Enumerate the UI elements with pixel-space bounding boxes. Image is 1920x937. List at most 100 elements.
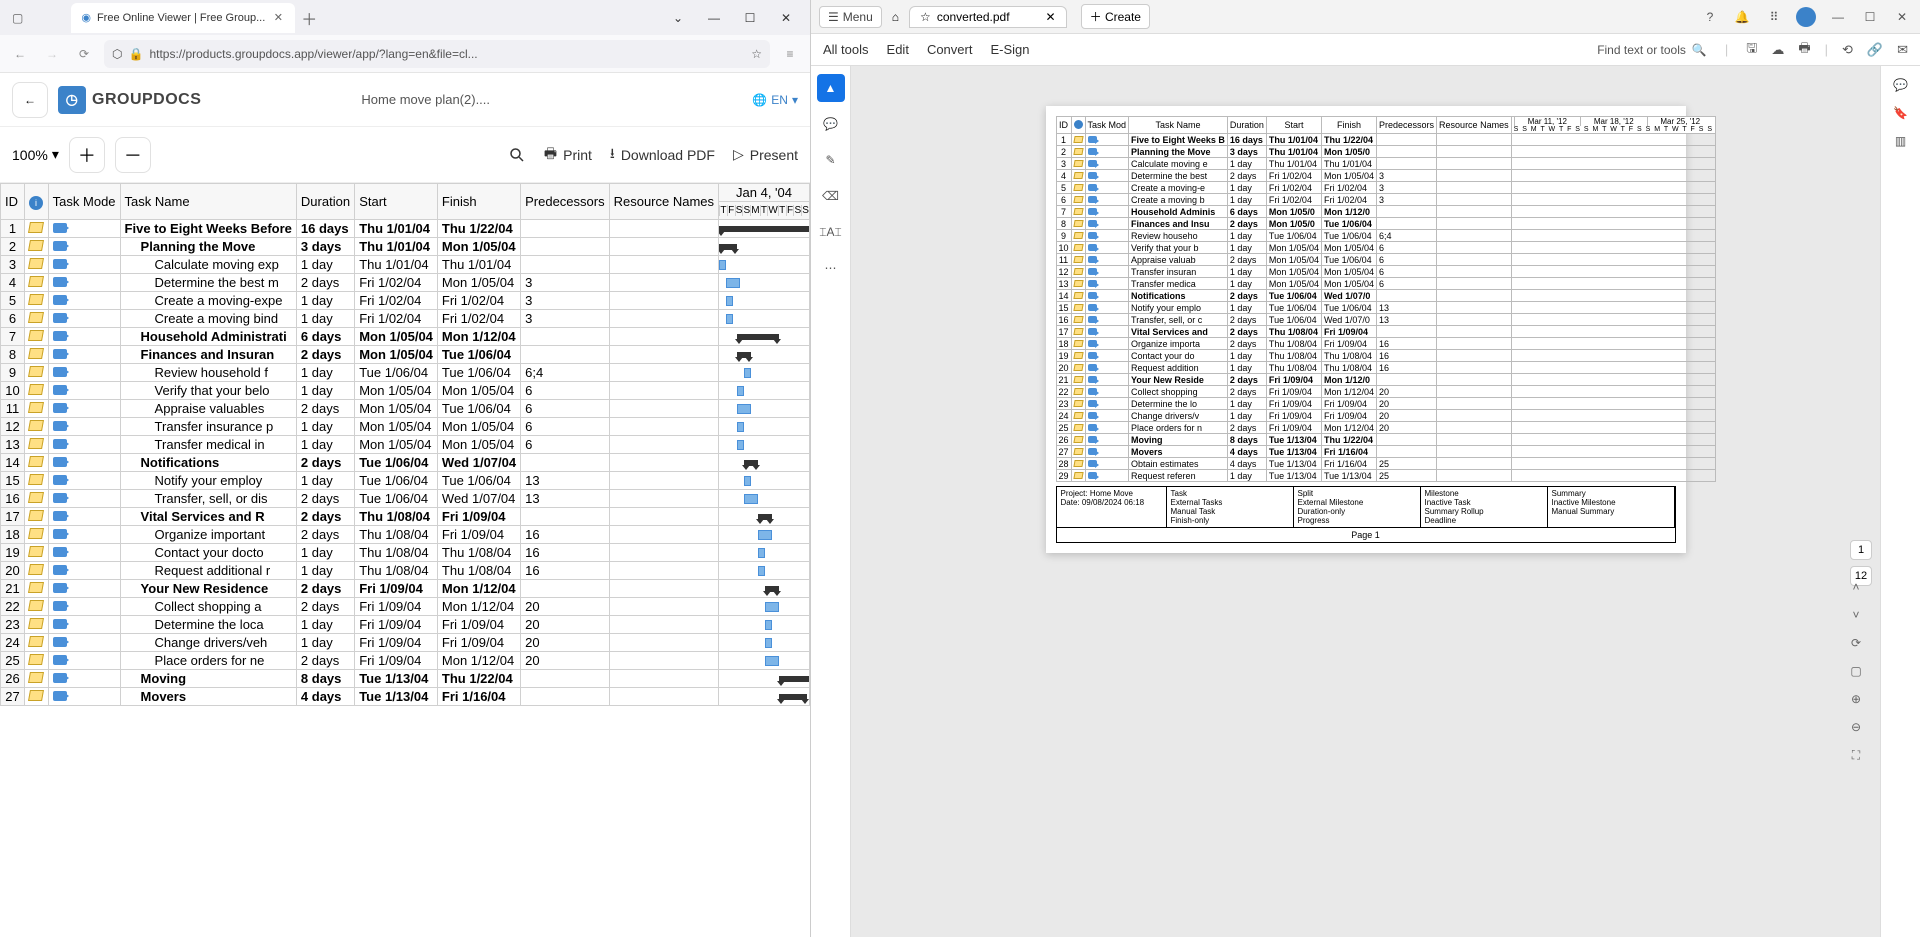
forward-button[interactable]: → bbox=[40, 42, 64, 66]
reload-button[interactable]: ⟳ bbox=[72, 42, 96, 66]
document-viewer[interactable]: ID i Task Mode Task Name Duration Start … bbox=[0, 183, 810, 937]
home-icon[interactable]: ⌂ bbox=[892, 10, 899, 24]
back-button[interactable]: ← bbox=[12, 82, 48, 118]
new-tab-button[interactable]: ＋ bbox=[301, 6, 317, 30]
gantt-header-date[interactable]: Jan 4, '04 bbox=[719, 184, 810, 202]
col-id[interactable]: ID bbox=[1, 184, 25, 220]
tab-convert[interactable]: Convert bbox=[927, 42, 973, 57]
col-duration[interactable]: Duration bbox=[296, 184, 354, 220]
fullscreen-icon[interactable]: ⛶ bbox=[1852, 748, 1860, 763]
zoom-in-icon[interactable]: ⊕ bbox=[1851, 692, 1861, 706]
apps-icon[interactable]: ⠿ bbox=[1764, 7, 1784, 27]
mail-icon[interactable]: ✉ bbox=[1897, 42, 1908, 58]
col-predecessors[interactable]: Predecessors bbox=[521, 184, 609, 220]
table-row[interactable]: 10Verify that your belo1 dayMon 1/05/04M… bbox=[1, 382, 810, 400]
table-row[interactable]: 26Moving8 daysTue 1/13/04Thu 1/22/04 bbox=[1, 670, 810, 688]
table-row[interactable]: 9Review household f1 dayTue 1/06/04Tue 1… bbox=[1, 364, 810, 382]
scroll-up-icon[interactable]: ˄ bbox=[1852, 580, 1859, 594]
table-row[interactable]: 23Determine the loca1 dayFri 1/09/04Fri … bbox=[1, 616, 810, 634]
print-icon[interactable]: 🖶 bbox=[1798, 39, 1810, 61]
maximize-button[interactable]: ☐ bbox=[738, 11, 762, 25]
tab-all-tools[interactable]: All tools bbox=[823, 42, 869, 57]
menu-icon[interactable]: ≡ bbox=[778, 42, 802, 66]
save-icon[interactable]: 🖫 bbox=[1746, 39, 1757, 61]
table-row[interactable]: 20Request additional r1 dayThu 1/08/04Th… bbox=[1, 562, 810, 580]
zoom-out-button[interactable]: － bbox=[115, 137, 151, 173]
download-button[interactable]: ⭳Download PDF bbox=[610, 143, 715, 167]
table-row[interactable]: 6Create a moving bind1 dayFri 1/02/04Fri… bbox=[1, 310, 810, 328]
bell-icon[interactable]: 🔔 bbox=[1732, 7, 1752, 27]
close-window-button[interactable]: ✕ bbox=[774, 11, 798, 25]
col-indicator[interactable]: i bbox=[25, 184, 49, 220]
menu-button[interactable]: ☰ Menu bbox=[819, 6, 882, 28]
tab-strip-icon[interactable]: ▢ bbox=[12, 11, 23, 25]
table-row[interactable]: 4Determine the best m2 daysFri 1/02/04Mo… bbox=[1, 274, 810, 292]
tab-edit[interactable]: Edit bbox=[887, 42, 909, 57]
close-icon[interactable]: ✕ bbox=[1046, 10, 1056, 24]
logo[interactable]: ◷ GROUPDOCS bbox=[58, 86, 201, 114]
table-row[interactable]: 16Transfer, sell, or dis2 daysTue 1/06/0… bbox=[1, 490, 810, 508]
col-resources[interactable]: Resource Names bbox=[609, 184, 718, 220]
table-row[interactable]: 22Collect shopping a2 daysFri 1/09/04Mon… bbox=[1, 598, 810, 616]
minimize-button[interactable]: — bbox=[702, 11, 726, 25]
text-select-tool[interactable]: ⌶A⌶ bbox=[817, 218, 845, 246]
comment-panel-icon[interactable]: 💬 bbox=[1893, 78, 1908, 92]
zoom-in-button[interactable]: ＋ bbox=[69, 137, 105, 173]
table-row[interactable]: 1Five to Eight Weeks Before16 daysThu 1/… bbox=[1, 220, 810, 238]
cloud-icon[interactable]: ☁ bbox=[1771, 42, 1784, 58]
table-row[interactable]: 8Finances and Insuran2 daysMon 1/05/04Tu… bbox=[1, 346, 810, 364]
col-start[interactable]: Start bbox=[355, 184, 438, 220]
zoom-out-icon[interactable]: ⊖ bbox=[1851, 720, 1861, 734]
table-row[interactable]: 15Notify your employ1 dayTue 1/06/04Tue … bbox=[1, 472, 810, 490]
table-row[interactable]: 5Create a moving-expe1 dayFri 1/02/04Fri… bbox=[1, 292, 810, 310]
table-row[interactable]: 24Change drivers/veh1 dayFri 1/09/04Fri … bbox=[1, 634, 810, 652]
chevron-down-icon[interactable]: ⌄ bbox=[666, 11, 690, 25]
table-row[interactable]: 19Contact your docto1 dayThu 1/08/04Thu … bbox=[1, 544, 810, 562]
print-button[interactable]: 🖶Print bbox=[544, 143, 592, 167]
present-button[interactable]: ▷Present bbox=[733, 146, 798, 163]
col-task-name[interactable]: Task Name bbox=[120, 184, 296, 220]
avatar[interactable] bbox=[1796, 7, 1816, 27]
table-row[interactable]: 17Vital Services and R2 daysThu 1/08/04F… bbox=[1, 508, 810, 526]
zoom-selector[interactable]: 100% ▾ bbox=[12, 146, 59, 163]
table-row[interactable]: 14Notifications2 daysTue 1/06/04Wed 1/07… bbox=[1, 454, 810, 472]
bookmark-panel-icon[interactable]: 🔖 bbox=[1893, 106, 1908, 120]
language-selector[interactable]: 🌐 EN ▾ bbox=[752, 93, 798, 107]
table-row[interactable]: 12Transfer insurance p1 dayMon 1/05/04Mo… bbox=[1, 418, 810, 436]
search-icon[interactable] bbox=[508, 146, 526, 164]
table-row[interactable]: 13Transfer medical in1 dayMon 1/05/04Mon… bbox=[1, 436, 810, 454]
help-icon[interactable]: ? bbox=[1700, 7, 1720, 27]
tab-esign[interactable]: E-Sign bbox=[990, 42, 1029, 57]
table-row[interactable]: 18Organize important2 daysThu 1/08/04Fri… bbox=[1, 526, 810, 544]
rotate-view-icon[interactable]: ⟳ bbox=[1851, 636, 1861, 650]
find-input[interactable]: Find text or tools 🔍 bbox=[1597, 43, 1707, 57]
eraser-tool[interactable]: ⌫ bbox=[817, 182, 845, 210]
pdf-canvas[interactable]: ID Task Mod Task Name Duration Start Fin… bbox=[851, 66, 1880, 937]
star-icon[interactable]: ☆ bbox=[920, 10, 931, 24]
close-icon[interactable]: ✕ bbox=[271, 11, 285, 25]
create-button[interactable]: ＋ Create bbox=[1081, 4, 1150, 29]
table-row[interactable]: 3Calculate moving exp1 dayThu 1/01/04Thu… bbox=[1, 256, 810, 274]
draw-tool[interactable]: ✎ bbox=[817, 146, 845, 174]
close-window-button[interactable]: ✕ bbox=[1892, 7, 1912, 27]
pages-panel-icon[interactable]: ▥ bbox=[1895, 134, 1906, 148]
select-tool[interactable]: ▲ bbox=[817, 74, 845, 102]
col-task-mode[interactable]: Task Mode bbox=[48, 184, 120, 220]
url-input[interactable]: ⬡ 🔒 https://products.groupdocs.app/viewe… bbox=[104, 40, 770, 68]
fit-page-icon[interactable]: ▢ bbox=[1850, 664, 1861, 678]
table-row[interactable]: 7Household Administrati6 daysMon 1/05/04… bbox=[1, 328, 810, 346]
table-row[interactable]: 27Movers4 daysTue 1/13/04Fri 1/16/04 bbox=[1, 688, 810, 706]
scroll-down-icon[interactable]: ˅ bbox=[1852, 608, 1859, 622]
table-row[interactable]: 21Your New Residence2 daysFri 1/09/04Mon… bbox=[1, 580, 810, 598]
bookmark-icon[interactable]: ☆ bbox=[751, 47, 762, 61]
col-finish[interactable]: Finish bbox=[437, 184, 520, 220]
table-row[interactable]: 2Planning the Move3 daysThu 1/01/04Mon 1… bbox=[1, 238, 810, 256]
table-row[interactable]: 11Appraise valuables2 daysMon 1/05/04Tue… bbox=[1, 400, 810, 418]
note-icon bbox=[1073, 472, 1083, 479]
comment-tool[interactable]: 💬 bbox=[817, 110, 845, 138]
pdf-tab[interactable]: ☆ converted.pdf ✕ bbox=[909, 6, 1067, 28]
table-row[interactable]: 25Place orders for ne2 daysFri 1/09/04Mo… bbox=[1, 652, 810, 670]
more-tools[interactable]: ⋯ bbox=[817, 254, 845, 282]
back-button[interactable]: ← bbox=[8, 42, 32, 66]
browser-tab[interactable]: ◉ Free Online Viewer | Free Group... ✕ bbox=[71, 3, 295, 33]
